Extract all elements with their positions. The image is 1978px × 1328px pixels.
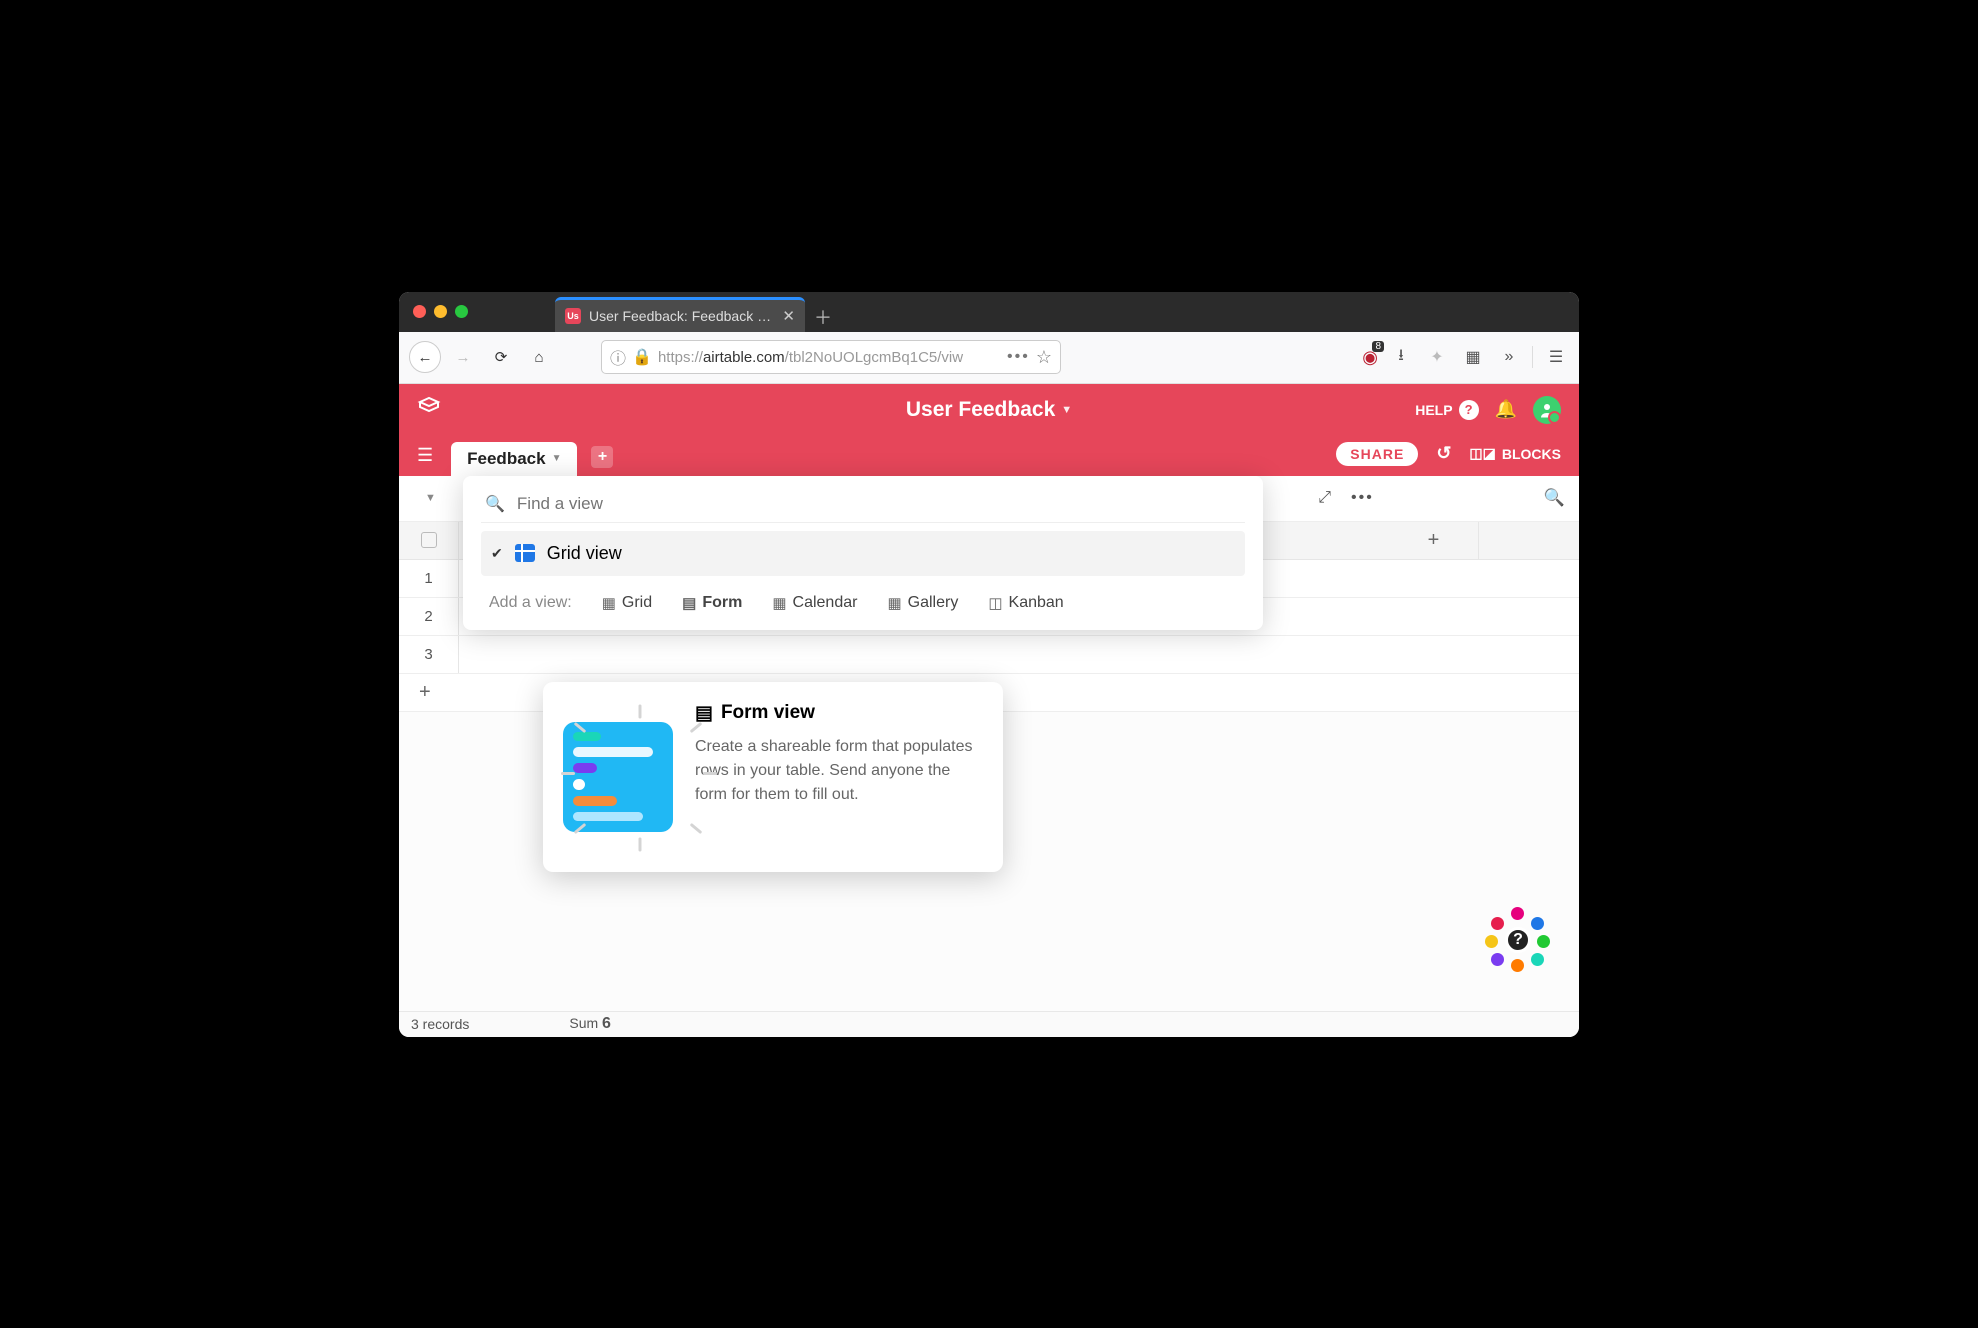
add-view-label: Add a view: xyxy=(489,594,572,612)
form-illustration xyxy=(563,702,673,852)
gallery-icon: ▦ xyxy=(887,594,901,612)
downloads-icon[interactable]: ⭳ xyxy=(1388,344,1414,371)
add-view-calendar[interactable]: ▦Calendar xyxy=(772,594,857,612)
row-number: 3 xyxy=(399,636,459,673)
tab-close-icon[interactable]: ✕ xyxy=(782,307,795,325)
chevron-down-icon: ▼ xyxy=(552,453,562,464)
lock-icon: 🔒 xyxy=(632,347,652,367)
expand-icon[interactable]: ⤢ xyxy=(1318,489,1331,507)
forward-button[interactable]: → xyxy=(447,341,479,373)
view-switcher-popup: 🔍 ✔ Grid view Add a view: ▦Grid ▤Form ▦C… xyxy=(463,476,1263,630)
row-number: 2 xyxy=(399,598,459,635)
view-switcher-caret[interactable]: ▼ xyxy=(425,492,436,504)
hamburger-icon[interactable]: ☰ xyxy=(1543,347,1569,367)
find-view-input[interactable] xyxy=(517,494,1241,514)
kanban-icon: ◫ xyxy=(988,594,1002,612)
browser-window: Us User Feedback: Feedback - Airt ✕ ＋ ← … xyxy=(399,292,1579,1037)
minimize-window-button[interactable] xyxy=(434,305,447,318)
table-tab-feedback[interactable]: Feedback▼ xyxy=(451,442,577,476)
chevron-down-icon: ▼ xyxy=(1061,404,1072,416)
info-icon[interactable]: ⓘ xyxy=(610,345,626,369)
tab-title: User Feedback: Feedback - Airt xyxy=(589,308,774,324)
reload-button[interactable]: ⟳ xyxy=(485,341,517,373)
add-view-form[interactable]: ▤Form xyxy=(682,594,742,612)
form-view-tooltip: ▤Form view Create a shareable form that … xyxy=(543,682,1003,872)
form-icon: ▤ xyxy=(695,702,713,725)
record-count: 3 records xyxy=(411,1016,469,1032)
grid-view-icon xyxy=(515,544,535,562)
help-icon: ? xyxy=(1505,927,1531,953)
status-bar: 3 records Sum 6 xyxy=(399,1011,1579,1037)
browser-toolbar: ← → ⟳ ⌂ ⓘ 🔒 https://airtable.com/tbl2NoU… xyxy=(399,332,1579,384)
grid-icon: ▦ xyxy=(602,594,616,612)
blocks-icon: ◫◪ xyxy=(1469,445,1495,462)
new-tab-button[interactable]: ＋ xyxy=(814,304,832,330)
close-window-button[interactable] xyxy=(413,305,426,318)
select-all-checkbox[interactable] xyxy=(421,532,437,548)
search-icon: 🔍 xyxy=(485,494,505,514)
address-bar[interactable]: ⓘ 🔒 https://airtable.com/tbl2NoUOLgcmBq1… xyxy=(601,340,1061,374)
tooltip-title: ▤Form view xyxy=(695,702,983,725)
fullscreen-window-button[interactable] xyxy=(455,305,468,318)
add-table-button[interactable]: + xyxy=(591,446,613,468)
base-title[interactable]: User Feedback▼ xyxy=(906,398,1072,422)
help-link[interactable]: HELP? xyxy=(1415,400,1478,420)
view-item-label: Grid view xyxy=(547,543,622,564)
star-icon[interactable]: ☆ xyxy=(1036,347,1052,368)
window-titlebar: Us User Feedback: Feedback - Airt ✕ ＋ xyxy=(399,292,1579,332)
history-icon[interactable]: ↺ xyxy=(1436,443,1451,464)
apps-icon[interactable]: ▦ xyxy=(1460,347,1486,367)
help-widget[interactable]: ? xyxy=(1485,907,1549,971)
add-view-row: Add a view: ▦Grid ▤Form ▦Calendar ▦Galle… xyxy=(481,576,1245,616)
meatballs-icon[interactable]: ••• xyxy=(1007,348,1030,366)
extension-icons: ◉ ⭳ ✦ ▦ » ☰ xyxy=(1362,344,1569,371)
tables-bar: ☰ Feedback▼ + SHARE ↺ ◫◪BLOCKS xyxy=(399,436,1579,476)
browser-tab[interactable]: Us User Feedback: Feedback - Airt ✕ xyxy=(555,297,805,332)
favicon: Us xyxy=(565,308,581,324)
notifications-icon[interactable]: 🔔 xyxy=(1495,399,1517,420)
summary[interactable]: Sum 6 xyxy=(569,1015,611,1033)
more-icon[interactable]: ••• xyxy=(1351,489,1374,507)
pin-icon[interactable]: ✦ xyxy=(1424,347,1450,367)
ublock-icon[interactable]: ◉ xyxy=(1362,347,1378,368)
calendar-icon: ▦ xyxy=(772,594,786,612)
view-item-grid[interactable]: ✔ Grid view xyxy=(481,531,1245,576)
add-view-kanban[interactable]: ◫Kanban xyxy=(988,594,1063,612)
airtable-logo-icon[interactable] xyxy=(417,395,441,425)
form-icon: ▤ xyxy=(682,594,696,612)
url-text: https://airtable.com/tbl2NoUOLgcmBq1C5/v… xyxy=(658,349,1001,366)
add-column-button[interactable]: + xyxy=(1389,522,1479,559)
share-button[interactable]: SHARE xyxy=(1336,442,1418,466)
content-area: ▼ ⤢ ••• 🔍 ▼ + 1 2 3 + 🔍 xyxy=(399,476,1579,1011)
blocks-button[interactable]: ◫◪BLOCKS xyxy=(1469,445,1561,462)
home-button[interactable]: ⌂ xyxy=(523,341,555,373)
table-list-icon[interactable]: ☰ xyxy=(417,445,433,466)
tooltip-body: Create a shareable form that populates r… xyxy=(695,735,983,807)
help-icon: ? xyxy=(1459,400,1479,420)
traffic-lights xyxy=(413,305,468,318)
app-header: User Feedback▼ HELP? 🔔 xyxy=(399,384,1579,436)
back-button[interactable]: ← xyxy=(409,341,441,373)
avatar[interactable] xyxy=(1533,396,1561,424)
add-view-gallery[interactable]: ▦Gallery xyxy=(887,594,958,612)
row-number: 1 xyxy=(399,560,459,597)
search-icon[interactable]: 🔍 xyxy=(1544,488,1565,508)
overflow-icon[interactable]: » xyxy=(1496,348,1522,366)
check-icon: ✔ xyxy=(491,545,503,562)
add-view-grid[interactable]: ▦Grid xyxy=(602,594,652,612)
table-row[interactable]: 3 xyxy=(399,636,1579,674)
